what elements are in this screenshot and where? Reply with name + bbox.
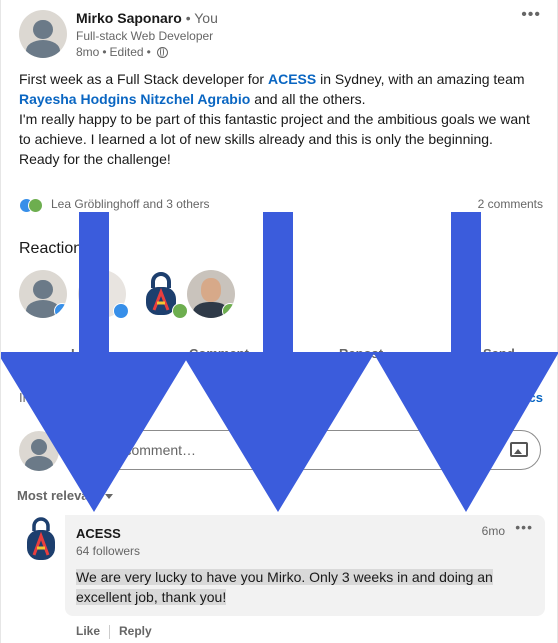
support-badge-icon	[172, 303, 188, 319]
post-more-options-icon[interactable]: •••	[521, 6, 541, 24]
globe-icon	[156, 46, 168, 58]
sort-dropdown[interactable]: Most relevant	[17, 488, 113, 503]
post-text: First week as a Full Stack developer for…	[19, 71, 530, 167]
comment-reply-button[interactable]: Reply	[119, 624, 152, 638]
repost-button[interactable]: Repost	[339, 346, 383, 361]
like-button[interactable]: Like	[71, 346, 97, 361]
mention-acess[interactable]: ACESS	[268, 71, 316, 87]
mention-people[interactable]: Rayesha Hodgins Nitzchel Agrabio	[19, 91, 250, 107]
commenter-avatar	[19, 431, 59, 471]
author-avatar[interactable]	[19, 10, 67, 58]
reaction-icons	[19, 198, 47, 213]
image-icon[interactable]	[510, 442, 528, 457]
post-card: Mirko Saponaro • You Full-stack Web Deve…	[0, 0, 558, 643]
comment-author-name[interactable]: ACESS	[76, 526, 121, 541]
post-meta: 8mo • Edited •	[76, 45, 168, 59]
comment-author-followers: 64 followers	[76, 544, 141, 558]
reactor-avatar[interactable]	[19, 270, 67, 318]
support-reaction-icon	[28, 198, 43, 213]
author-name[interactable]: Mirko Saponaro • You	[76, 10, 218, 26]
comment-bubble: ACESS 64 followers 6mo ••• We are very l…	[65, 515, 545, 616]
like-badge-icon	[54, 303, 67, 318]
acess-logo-icon	[27, 517, 55, 560]
reactor-acess-logo[interactable]	[137, 270, 188, 319]
social-counts: Lea Gröblinghoff and 3 others 2 comments	[19, 197, 543, 213]
author-headline: Full-stack Web Developer	[76, 29, 214, 43]
comment-author-logo[interactable]	[24, 517, 58, 563]
comment-time: 6mo	[481, 524, 505, 538]
comment-like-button[interactable]: Like	[76, 624, 100, 638]
comment-more-options-icon[interactable]: •••	[515, 519, 533, 535]
comments-count-link[interactable]: 2 comments	[478, 197, 543, 211]
like-badge-icon	[113, 303, 129, 319]
post-time: 8mo	[76, 45, 100, 59]
comment-actions: Like Reply	[76, 624, 152, 639]
edited-label: Edited	[109, 45, 144, 59]
reactions-heading: Reactions	[19, 240, 91, 257]
comment-button[interactable]: Comment	[189, 346, 249, 361]
reactors-link[interactable]: Lea Gröblinghoff and 3 others	[51, 197, 210, 211]
caret-down-icon	[104, 494, 113, 500]
impressions-label: Impressions	[19, 390, 90, 405]
post-actions: Like Comment Repost Send	[1, 340, 558, 370]
reactor-avatar[interactable]	[187, 270, 235, 318]
comment-input[interactable]: Add a comment…	[67, 430, 541, 470]
send-button[interactable]: Send	[483, 346, 515, 361]
comment-text: We are very lucky to have you Mirko. Onl…	[76, 569, 493, 605]
analytics-row: Impressions View analytics	[1, 390, 558, 410]
view-analytics-link[interactable]: View analytics	[454, 390, 543, 405]
support-badge-icon	[222, 303, 235, 318]
reactor-avatar[interactable]	[78, 270, 129, 319]
